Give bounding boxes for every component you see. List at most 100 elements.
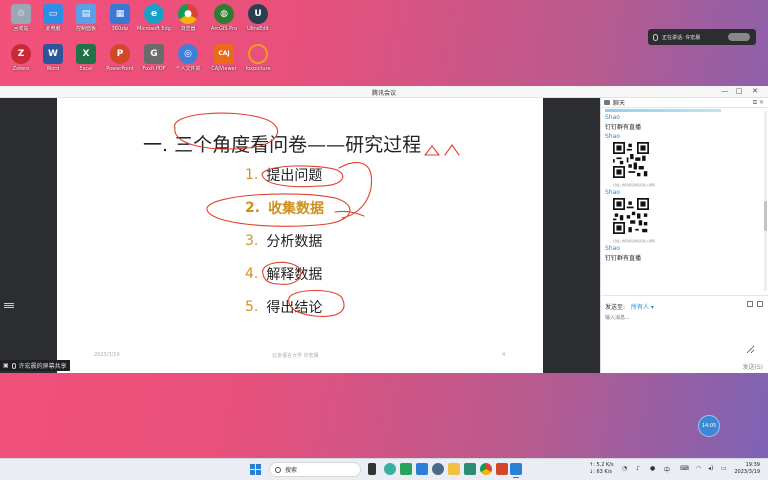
desktop-icon-label: foxpicture (245, 66, 271, 72)
desktop-icon-label: 回收站 (13, 26, 29, 32)
app-green-icon[interactable] (400, 463, 412, 475)
message-text: 钉钉群有直播 (605, 124, 642, 131)
desktop-icon-recycle-bin[interactable]: ♲ 回收站 (4, 4, 38, 32)
qr-code-image (613, 142, 649, 178)
taskbar-clock[interactable]: 19:39 2023/3/19 (734, 462, 760, 476)
chat-scrollbar[interactable] (764, 111, 767, 291)
item-number: 1. (245, 166, 259, 183)
search-icon (275, 466, 281, 473)
powerpoint-taskbar-icon[interactable] (496, 463, 508, 475)
upload-speed: ↑: 5.2 K/s (589, 462, 614, 468)
slide-list-item: 4. 解释数据 (245, 257, 324, 290)
network-speed: ↑: 5.2 K/s ↓: 63 K/s (589, 462, 614, 476)
item-text: 解释数据 (266, 266, 323, 283)
side-panel-toggle-icon[interactable] (4, 302, 14, 310)
this-pc-icon: ▭ (43, 4, 63, 24)
desktop-icon-edge[interactable]: e Microsoft Edge (137, 4, 171, 32)
settings-icon[interactable] (432, 463, 444, 475)
item-text: 分析数据 (266, 233, 323, 250)
desktop-icon-arcgis[interactable]: ◍ ArcGIS Pro (207, 4, 241, 32)
qr-code-image (613, 198, 649, 234)
arcgis-icon: ◍ (214, 4, 234, 24)
desktop-icon-chrome[interactable]: ● 浏览器 (171, 4, 205, 32)
desktop-icon-powerpoint[interactable]: P PowerPoint (103, 44, 137, 72)
qr-card[interactable]: 扫描二维码或复制链接加入群聊 (613, 198, 763, 243)
tray-app-icon[interactable]: ◔ (622, 465, 627, 472)
chrome-taskbar-icon[interactable] (480, 463, 492, 475)
maximize-button[interactable]: □ (734, 87, 744, 95)
message-text: 钉钉群有直播 (605, 255, 642, 262)
chat-icon (604, 100, 610, 105)
chat-tools (747, 301, 763, 307)
start-button[interactable] (250, 464, 261, 475)
recycle-bin-icon: ♲ (11, 4, 31, 24)
item-text: 得出结论 (266, 299, 323, 316)
chat-message: Shao 钉钉群有直播 (605, 114, 763, 131)
chat-compose: 发送至: 所有人 ▾ 发送(S) (601, 295, 768, 373)
tray-bell-icon[interactable]: ♪ (636, 465, 640, 472)
message-sender: Shao (605, 114, 620, 121)
minimize-button[interactable]: — (720, 87, 730, 95)
volume-icon[interactable]: ◂) (708, 465, 713, 472)
taskview-icon[interactable] (368, 463, 376, 475)
tencent-meeting-active-icon[interactable] (510, 463, 522, 478)
chat-message-input[interactable] (605, 314, 755, 354)
desktop-icon-label: Excel (79, 66, 93, 72)
chat-header: 聊天 ⧉ ✕ (601, 98, 768, 108)
send-to-label: 发送至: (605, 304, 626, 311)
app-icon[interactable] (464, 463, 476, 475)
chat-message: Shao 扫描二维码或复制链接加入群聊 (605, 189, 763, 243)
screenshot-icon[interactable] (757, 301, 763, 307)
desktop-icon-label: PowerPoint (106, 66, 134, 72)
meeting-window: 腾讯会议 — □ ✕ 一. 三个角度看问卷——研究过程 1. 提出问题 2. 收… (0, 86, 768, 373)
desktop-icon-word[interactable]: W Word (36, 44, 70, 72)
floating-timer-button[interactable]: 14:05 (698, 415, 720, 437)
send-button[interactable]: 发送(S) (743, 362, 764, 371)
send-to-dropdown[interactable]: 所有人 ▾ (631, 304, 654, 311)
desktop-icon-this-pc[interactable]: ▭ 此电脑 (36, 4, 70, 32)
taskbar-search[interactable]: 搜索 (269, 462, 361, 477)
slide-list-item: 1. 提出问题 (245, 158, 324, 191)
qr-card[interactable]: 扫描二维码或复制链接加入群聊 (613, 142, 763, 187)
close-button[interactable]: ✕ (750, 87, 760, 95)
share-screen-icon: ▣ (3, 362, 9, 369)
caj-icon: CAJ (214, 44, 234, 64)
input-language[interactable]: 中 (664, 465, 670, 474)
powerpoint-icon: P (110, 44, 130, 64)
tray-mic-icon[interactable]: ● (650, 465, 655, 472)
ink-caret-1 (423, 145, 441, 156)
keyboard-icon[interactable]: ⌨ (680, 465, 689, 472)
desktop-icon-excel[interactable]: X Excel (69, 44, 103, 72)
message-sender: Shao (605, 189, 620, 196)
desktop-icon-foxpicture[interactable]: foxpicture (241, 44, 275, 72)
popout-icon[interactable]: ⧉ ✕ (753, 99, 764, 107)
slide-title: 一. 三个角度看问卷——研究过程 (143, 134, 422, 156)
desktop-icon-label: 此电脑 (45, 26, 61, 32)
microphone-icon (11, 362, 16, 369)
chat-messages[interactable]: Shao 钉钉群有直播 Shao 扫描二维码或复制链接加入群聊 Shao 扫描二… (601, 109, 763, 295)
desktop-icon-network[interactable]: ◎ 个人文件夹 (171, 44, 205, 72)
desktop-icon-zotero[interactable]: Z Zotero (4, 44, 38, 72)
desktop-icon-label: 个人文件夹 (175, 66, 201, 72)
desktop-icon-ultraedit[interactable]: U UltraEdit (241, 4, 275, 32)
screen-share-tag: ▣ 许宏晨的屏幕共享 (0, 360, 70, 371)
wechat-icon[interactable] (384, 463, 396, 475)
excel-icon: X (76, 44, 96, 64)
item-number: 3. (245, 232, 259, 249)
speaker-avatar (728, 33, 750, 41)
file-explorer-icon[interactable] (448, 463, 460, 475)
desktop-icon-cajviewer[interactable]: CAJ CAJViewer (207, 44, 241, 72)
file-icon[interactable] (747, 301, 753, 307)
wifi-icon[interactable]: ◠ (696, 465, 701, 472)
chat-message: Shao 扫描二维码或复制链接加入群聊 (605, 133, 763, 187)
ink-loop-right (338, 161, 373, 219)
ultraedit-icon: U (248, 4, 268, 24)
tencent-meeting-taskbar-icon[interactable] (416, 463, 428, 475)
desktop-icon-control-panel[interactable]: ▤ 控制面板 (69, 4, 103, 32)
battery-icon[interactable]: ▭ (721, 465, 727, 472)
clock-time: 19:39 (745, 462, 760, 468)
share-tag-text: 许宏晨的屏幕共享 (18, 363, 67, 370)
message-sender: Shao (605, 245, 620, 252)
desktop-icon-foxit-pdf[interactable]: G Foxit PDF (137, 44, 171, 72)
desktop-icon-360zip[interactable]: ▦ 360zip (103, 4, 137, 32)
